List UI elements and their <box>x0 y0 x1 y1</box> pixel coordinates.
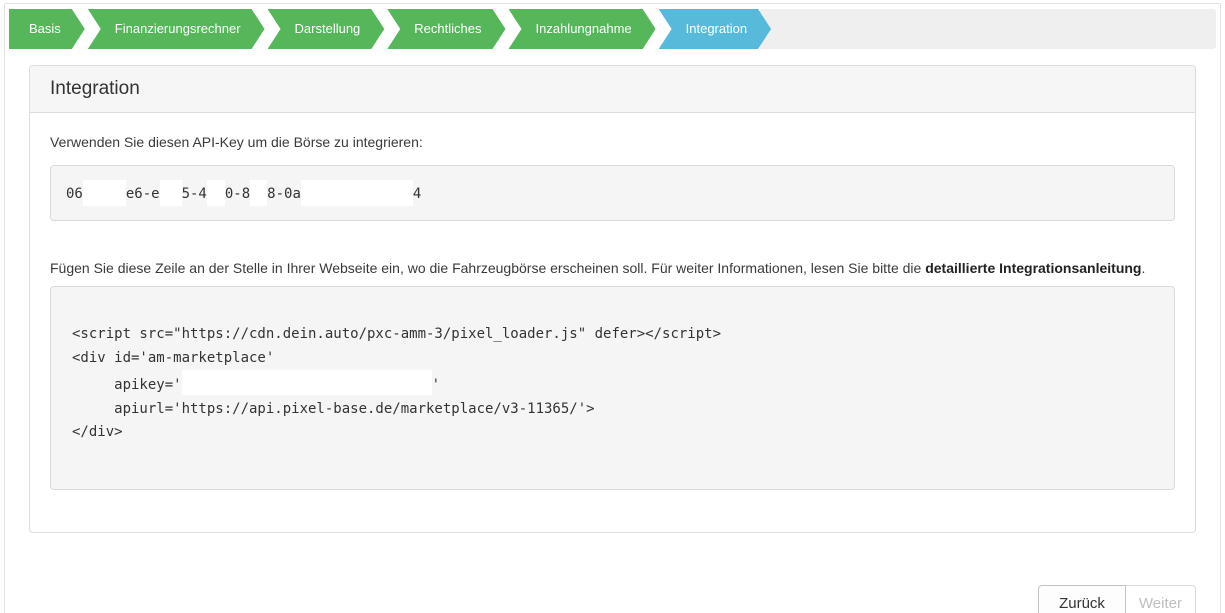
redaction-box <box>300 180 413 206</box>
step-darstellung[interactable]: Darstellung <box>268 9 385 49</box>
code-line-div-close: </div> <box>72 424 123 440</box>
code-apikey-prefix: apikey=' <box>72 377 182 393</box>
back-button[interactable]: Zurück <box>1038 584 1126 613</box>
redaction-box <box>82 180 126 206</box>
integration-guide-link[interactable]: detaillierte Integrationsanleitung <box>925 260 1141 276</box>
panel-title: Integration <box>30 66 1195 113</box>
integration-instructions: Fügen Sie diese Zeile an der Stelle in I… <box>50 260 1175 276</box>
redaction-box <box>206 180 225 206</box>
step-rechtliches[interactable]: Rechtliches <box>387 9 505 49</box>
integration-panel: Integration Verwenden Sie diesen API-Key… <box>29 65 1196 533</box>
wizard-nav-actions: Zurück Weiter <box>9 584 1196 613</box>
code-apikey-suffix: ' <box>431 377 441 393</box>
api-key-fragment: 8-0a <box>267 186 301 202</box>
code-line-div-open: <div id='am-marketplace' <box>72 349 275 366</box>
redaction-box <box>181 370 432 395</box>
integration-settings-page: Basis Finanzierungsrechner Darstellung R… <box>4 3 1221 613</box>
panel-body: Verwenden Sie diesen API-Key um die Börs… <box>30 113 1195 532</box>
instructions-text-period: . <box>1141 260 1146 276</box>
api-key-intro-text: Verwenden Sie diesen API-Key um die Börs… <box>50 134 423 150</box>
wizard-step-bar: Basis Finanzierungsrechner Darstellung R… <box>9 9 1216 49</box>
step-basis[interactable]: Basis <box>9 9 85 49</box>
api-key-display: 06 e6-e 5-4 0-8 8-0a 4 <box>50 165 1175 221</box>
api-key-fragment: 0-8 <box>224 186 251 202</box>
step-integration-active[interactable]: Integration <box>659 9 771 49</box>
redaction-box <box>250 180 268 206</box>
next-button-disabled[interactable]: Weiter <box>1125 584 1196 613</box>
code-line-apikey: apikey=' ' <box>72 370 1153 398</box>
api-key-fragment: 4 <box>412 186 422 202</box>
api-key-fragment: 06 <box>66 186 83 202</box>
redaction-box <box>159 180 182 206</box>
step-track-remainder <box>760 9 1216 49</box>
step-finanzierungsrechner[interactable]: Finanzierungsrechner <box>88 9 265 49</box>
code-line-script: <script src="https://cdn.dein.auto/pxc-a… <box>72 326 722 342</box>
api-key-fragment: e6-e <box>125 186 160 202</box>
code-line-apiurl: apiurl='https://api.pixel-base.de/market… <box>72 400 595 417</box>
embed-code-snippet: <script src="https://cdn.dein.auto/pxc-a… <box>50 286 1175 490</box>
api-key-fragment: 5-4 <box>181 186 207 202</box>
instructions-text: Fügen Sie diese Zeile an der Stelle in I… <box>50 260 926 276</box>
step-inzahlungnahme[interactable]: Inzahlungnahme <box>509 9 656 49</box>
